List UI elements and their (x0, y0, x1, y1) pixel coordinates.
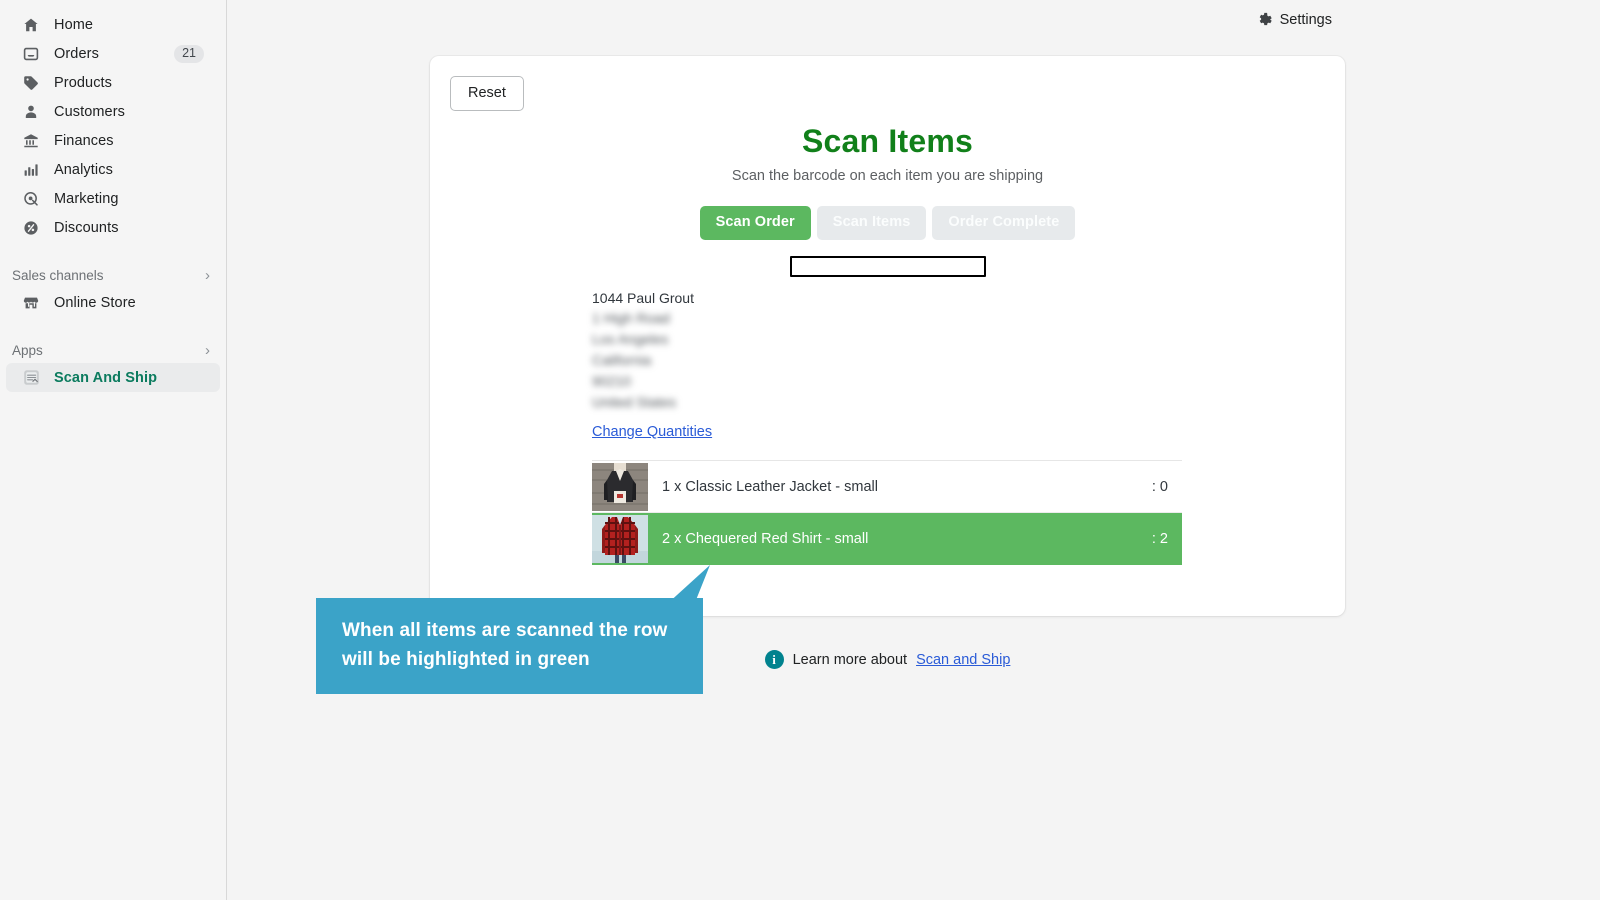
sidebar-item-products[interactable]: Products (6, 68, 220, 97)
orders-badge: 21 (174, 44, 204, 63)
tag-icon (20, 73, 42, 93)
change-quantities-link[interactable]: Change Quantities (592, 424, 712, 440)
sidebar-item-online-store[interactable]: Online Store (6, 288, 220, 317)
sidebar-item-label: Orders (54, 45, 99, 62)
sidebar-section-sales-channels[interactable]: Sales channels › (0, 262, 226, 288)
percent-icon (20, 218, 42, 238)
footer-text: Learn more about (792, 651, 908, 668)
scan-items-card: Reset Scan Items Scan the barcode on eac… (430, 56, 1345, 616)
sidebar-item-customers[interactable]: Customers (6, 97, 220, 126)
section-label: Apps (12, 342, 43, 358)
orders-icon (20, 44, 42, 64)
sidebar-item-label: Online Store (54, 294, 136, 311)
chevron-right-icon[interactable]: › (205, 343, 210, 358)
step-scan-items[interactable]: Scan Items (816, 206, 927, 240)
address-line-5: United States (592, 394, 677, 410)
step-scan-order[interactable]: Scan Order (699, 206, 811, 240)
reset-button[interactable]: Reset (450, 76, 524, 111)
settings-button[interactable]: Settings (1256, 12, 1332, 28)
item-label: 1 x Classic Leather Jacket - small (662, 478, 878, 495)
section-label: Sales channels (12, 267, 104, 283)
app-root: Home Orders 21 Products Customers Financ… (0, 0, 1600, 900)
sidebar-item-orders[interactable]: Orders 21 (6, 39, 220, 68)
address-line-2: Los Angeles (592, 331, 669, 347)
settings-label: Settings (1279, 12, 1332, 28)
sidebar-item-home[interactable]: Home (6, 10, 220, 39)
sidebar-item-finances[interactable]: Finances (6, 126, 220, 155)
page-title: Scan Items (802, 123, 973, 159)
sidebar-item-label: Discounts (54, 219, 119, 236)
scan-and-ship-link[interactable]: Scan and Ship (916, 652, 1010, 668)
sidebar-item-scan-and-ship[interactable]: Scan And Ship (6, 363, 220, 392)
sidebar-item-label: Finances (54, 132, 114, 149)
table-row[interactable]: 2 x Chequered Red Shirt - small : 2 (592, 513, 1182, 565)
sidebar-item-label: Customers (54, 103, 125, 120)
table-row[interactable]: 1 x Classic Leather Jacket - small : 0 (592, 461, 1182, 513)
step-buttons: Scan Order Scan Items Order Complete (430, 206, 1345, 240)
scan-app-icon (20, 368, 42, 388)
page-subtitle: Scan the barcode on each item you are sh… (731, 168, 1044, 184)
sidebar-item-label: Home (54, 16, 94, 33)
classic-leather-jacket-thumb (592, 462, 648, 511)
gear-icon (1256, 12, 1272, 28)
sidebar: Home Orders 21 Products Customers Financ… (0, 0, 227, 900)
step-order-complete[interactable]: Order Complete (932, 206, 1076, 240)
callout-text: When all items are scanned the row will … (342, 620, 668, 670)
sidebar-item-analytics[interactable]: Analytics (6, 155, 220, 184)
sidebar-item-label: Products (54, 74, 113, 91)
customer-name: 1044 Paul Grout (592, 290, 694, 306)
bank-icon (20, 131, 42, 151)
store-icon (20, 293, 42, 313)
callout-tooltip: When all items are scanned the row will … (316, 598, 703, 694)
shipping-address: 1044 Paul Grout 1 High Road Los Angeles … (592, 288, 892, 413)
item-scanned-count: : 0 (1151, 478, 1168, 495)
address-line-4: 90210 (592, 373, 631, 389)
sidebar-section-apps[interactable]: Apps › (0, 337, 226, 363)
item-label: 2 x Chequered Red Shirt - small (662, 530, 869, 547)
barcode-scan-input[interactable] (790, 256, 986, 277)
sidebar-nav: Home Orders 21 Products Customers Financ… (0, 0, 226, 392)
chevron-right-icon[interactable]: › (205, 268, 210, 283)
sidebar-item-discounts[interactable]: Discounts (6, 213, 220, 242)
bar-chart-icon (20, 160, 42, 180)
address-line-3: California (592, 352, 652, 368)
sidebar-item-label: Marketing (54, 190, 119, 207)
item-scanned-count: : 2 (1151, 530, 1168, 547)
scan-items-list: 1 x Classic Leather Jacket - small : 0 2… (592, 460, 1182, 565)
chequered-red-shirt-thumb (592, 514, 648, 563)
address-line-1: 1 High Road (592, 310, 670, 326)
home-icon (20, 15, 42, 35)
person-icon (20, 102, 42, 122)
sidebar-item-marketing[interactable]: Marketing (6, 184, 220, 213)
topbar: Settings (227, 0, 1600, 44)
info-icon: i (764, 650, 784, 669)
megaphone-icon (20, 189, 42, 209)
sidebar-item-label: Scan And Ship (54, 369, 158, 386)
sidebar-item-label: Analytics (54, 161, 113, 178)
